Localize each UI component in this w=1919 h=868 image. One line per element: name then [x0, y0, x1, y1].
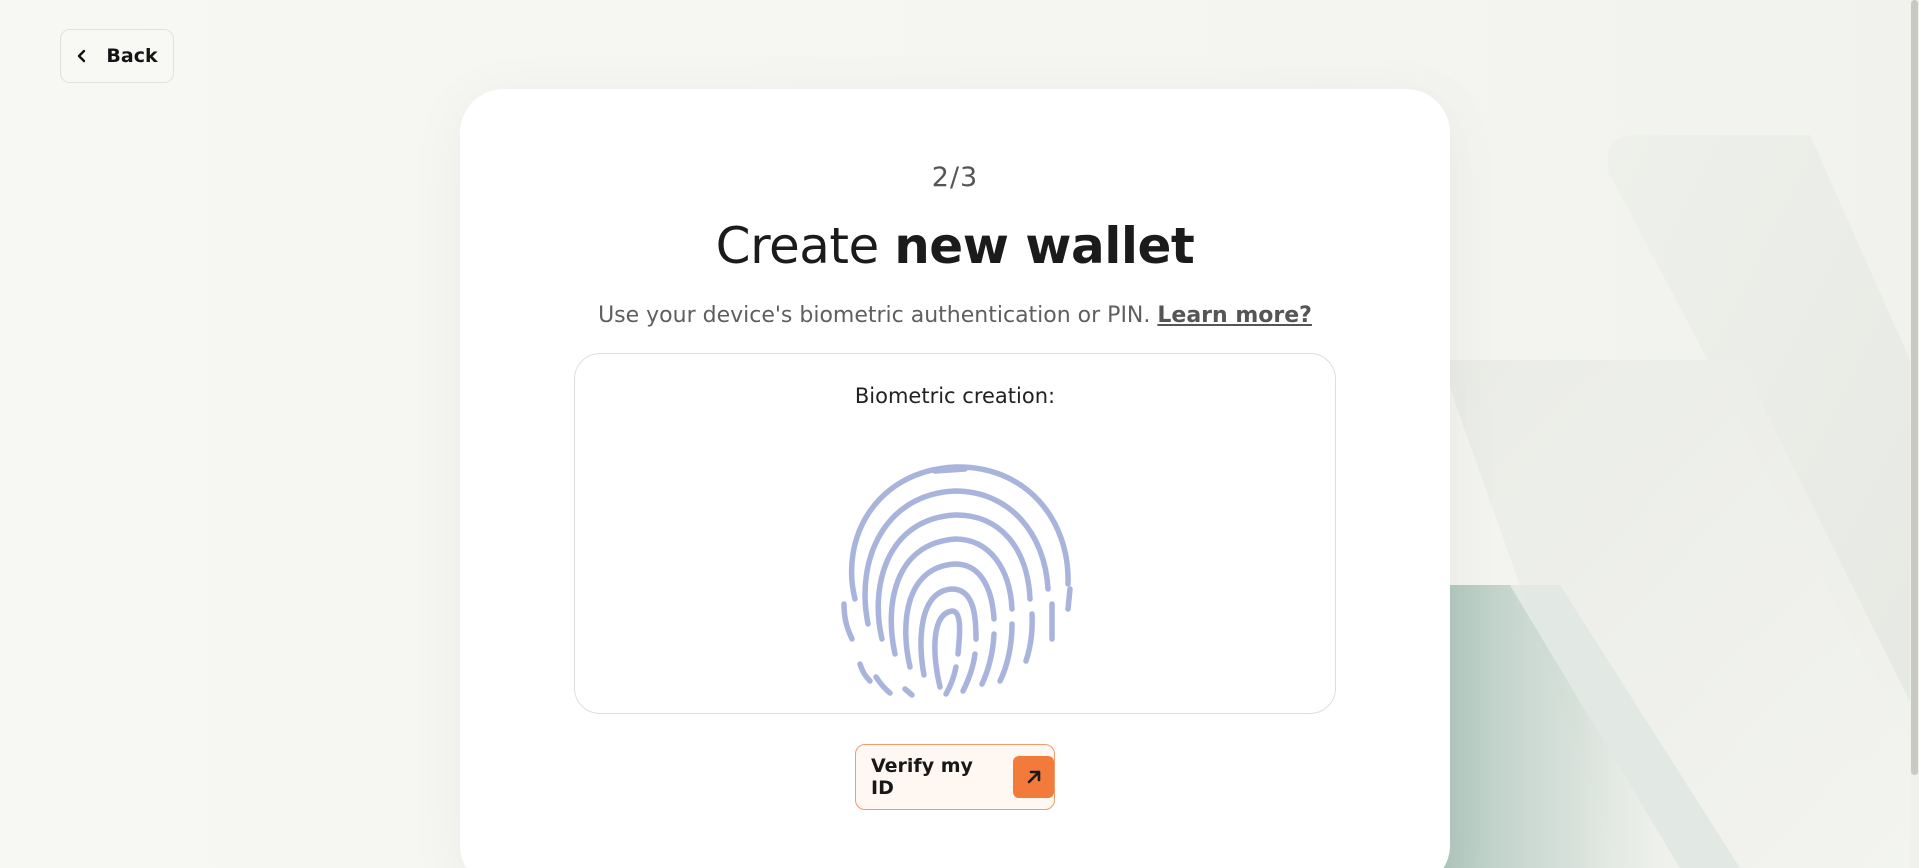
- page-title: Create new wallet: [460, 217, 1450, 275]
- back-button-label: Back: [106, 45, 158, 67]
- biometric-panel: Biometric creation:: [574, 353, 1336, 714]
- verify-id-button[interactable]: Verify my ID: [855, 744, 1055, 810]
- wallet-card: 2/3 Create new wallet Use your device's …: [460, 89, 1450, 868]
- chevron-left-icon: [76, 49, 88, 63]
- title-bold: new wallet: [894, 217, 1195, 275]
- step-indicator: 2/3: [931, 162, 979, 193]
- subtitle: Use your device's biometric authenticati…: [460, 303, 1450, 328]
- scrollbar[interactable]: [1910, 0, 1919, 868]
- subtitle-text: Use your device's biometric authenticati…: [598, 303, 1158, 328]
- back-button[interactable]: Back: [60, 29, 174, 83]
- scrollbar-thumb[interactable]: [1911, 0, 1918, 775]
- verify-id-label: Verify my ID: [871, 755, 973, 799]
- page: Back 2/3 Create new wallet Use your devi…: [0, 0, 1919, 868]
- fingerprint-icon[interactable]: [830, 449, 1080, 699]
- arrow-up-right-icon: [1013, 756, 1054, 798]
- biometric-label: Biometric creation:: [854, 384, 1056, 408]
- title-regular: Create: [715, 217, 895, 275]
- learn-more-link[interactable]: Learn more?: [1157, 303, 1312, 328]
